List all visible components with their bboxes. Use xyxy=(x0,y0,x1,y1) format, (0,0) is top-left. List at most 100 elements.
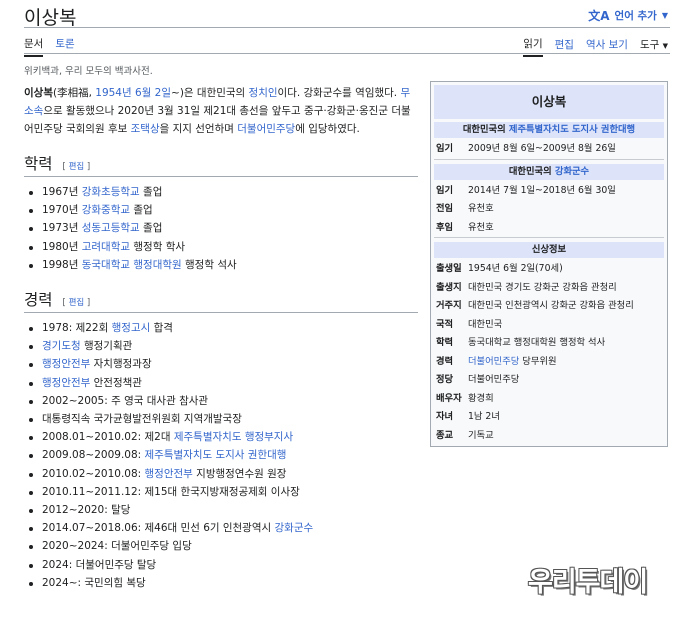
section-title: 경력 xyxy=(24,291,53,310)
list-item-text: 2010.11~2011.12: 제15대 한국지방재정공제회 이사장 xyxy=(42,485,300,498)
infobox-row: 후임 유천호 xyxy=(434,217,664,236)
title-bar: 이상복 文A 언어 추가 ▼ xyxy=(24,0,670,29)
list-item-link[interactable]: 고려대학교 xyxy=(82,241,130,253)
infobox-block-personal: 출생일 1954년 6월 2일(70세) 출생지 대한민국 경기도 강화군 강화읍 관… xyxy=(434,258,664,443)
add-language-button[interactable]: 文A 언어 추가 ▼ xyxy=(588,7,668,24)
list-item-text: 합격 xyxy=(150,322,173,335)
list-item-text: 지방행정연수원 원장 xyxy=(192,467,287,480)
intro-text: ~)은 대한민국의 xyxy=(171,87,249,99)
row-value: 더불어민주당 당무위원 xyxy=(468,355,557,367)
row-value: 대한민국 인천광역시 강화군 강화읍 관청리 xyxy=(468,300,634,312)
row-label: 전임 xyxy=(436,203,454,215)
row-value[interactable]: 동국대학교 행정대학원 행정학 석사 xyxy=(468,334,664,348)
subject-name: 이상복 xyxy=(24,87,53,99)
list-item: 1980년 고려대학교 행정학 학사 xyxy=(24,238,418,256)
list-item-link[interactable]: 동국대학교 행정대학원 xyxy=(82,259,182,271)
section-heading-career: 경력 [ 편집 ] xyxy=(24,288,418,314)
edit-section-link[interactable]: 편집 xyxy=(69,298,85,308)
infobox-row: 전임 유천호 xyxy=(434,198,664,217)
infobox: 이상복 대한민국의 제주특별자치도 도지사 권한대행 임기 2009년 8월 6… xyxy=(430,81,668,447)
infobox-row: 경력 더불어민주당 당무위원 xyxy=(434,351,664,370)
list-item-link[interactable]: 제주특별자치도 행정부지사 xyxy=(174,431,293,443)
infobox-row: 배우자 황경희 xyxy=(434,388,664,407)
list-item-link[interactable]: 제주특별자치도 도지사 권한대행 xyxy=(145,449,287,461)
list-item: 2010.11~2011.12: 제15대 한국지방재정공제회 이사장 xyxy=(24,483,418,501)
section-edit: [ 편집 ] xyxy=(62,298,91,309)
democratic-party-link[interactable]: 더불어민주당 xyxy=(237,123,295,135)
list-item: 2024~: 국민의힘 복당 xyxy=(24,574,418,592)
row-value: 1남 2녀 xyxy=(468,411,500,423)
site-tagline: 위키백과, 우리 모두의 백과사전. xyxy=(24,66,153,77)
list-item-text: 2024~: 국민의힘 복당 xyxy=(42,576,146,589)
row-value[interactable]: 유천호 xyxy=(468,219,664,233)
header-text: 대한민국의 xyxy=(508,165,555,177)
chevron-down-icon: ▼ xyxy=(662,42,668,50)
list-item-text: 행정기획관 xyxy=(80,340,133,353)
edit-section-link[interactable]: 편집 xyxy=(69,162,85,172)
career-list: 1978: 제22회 행정고시 합격 경기도청 행정기획관 행정안전부 자치행정과장… xyxy=(24,319,418,592)
section-title: 학력 xyxy=(24,155,53,173)
page-title: 이상복 xyxy=(24,7,77,29)
list-item-text: 1967년 xyxy=(42,186,82,198)
list-item: 1998년 동국대학교 행정대학원 행정학 석사 xyxy=(24,256,418,274)
list-item-text: 2008.01~2010.02: 제2대 xyxy=(42,431,174,444)
row-value[interactable]: 더불어민주당 xyxy=(468,371,664,385)
list-item-text: 안전정책관 xyxy=(90,376,142,389)
list-item-text: 2002~2005: 주 영국 대사관 참사관 xyxy=(42,394,209,407)
row-value[interactable]: 기독교 xyxy=(468,427,664,441)
infobox-row: 학력 동국대학교 행정대학원 행정학 석사 xyxy=(434,332,664,351)
list-item-text: 졸업 xyxy=(139,186,163,198)
row-value[interactable]: 유천호 xyxy=(468,200,664,214)
intro-text: 에 입당하였다. xyxy=(295,123,360,135)
tools-label: 도구 xyxy=(639,39,660,51)
row-value-link[interactable]: 더불어민주당 xyxy=(468,356,519,367)
row-label: 출생지 xyxy=(436,281,462,293)
intro-text: (李相福, xyxy=(52,87,96,99)
list-item: 2008.01~2010.02: 제2대 제주특별자치도 행정부지사 xyxy=(24,428,418,446)
birth-date-link[interactable]: 1954년 6월 2일 xyxy=(95,87,171,99)
list-item-text: 행정학 학사 xyxy=(130,240,186,253)
list-item-link[interactable]: 경기도청 xyxy=(42,340,81,352)
politician-link[interactable]: 정치인 xyxy=(249,87,278,99)
list-item-link[interactable]: 행정안전부 xyxy=(42,377,90,389)
acting-governor-link[interactable]: 제주특별자치도 도지사 권한대행 xyxy=(509,124,635,135)
list-item-text: 1998년 xyxy=(42,258,82,271)
row-label: 거주지 xyxy=(436,300,462,312)
list-item-link[interactable]: 강화중학교 xyxy=(82,204,130,216)
ganghwa-county-link[interactable]: 강화군수 xyxy=(555,166,589,177)
infobox-divider xyxy=(434,158,664,160)
section-edit: [ 편집 ] xyxy=(62,162,91,172)
list-item-text: 2024: 더불어민주당 탈당 xyxy=(42,558,157,571)
intro-text: 을 지지 선언하며 xyxy=(159,123,238,135)
row-label: 임기 xyxy=(436,184,454,196)
list-item: 2020~2024: 더불어민주당 입당 xyxy=(24,537,418,555)
row-label: 학력 xyxy=(436,337,454,349)
infobox-block-ganghwa: 임기 2014년 7월 1일~2018년 6월 30일 전임 유천호 후임 유천호 xyxy=(434,180,664,236)
list-item-link[interactable]: 강화초등학교 xyxy=(82,186,140,198)
list-item-text: 졸업 xyxy=(130,204,153,217)
list-item-link[interactable]: 행정고시 xyxy=(112,322,151,334)
row-value: 2014년 7월 1일~2018년 6월 30일 xyxy=(468,184,616,196)
cho-taeksang-link[interactable]: 조택상 xyxy=(131,123,160,135)
list-item-link[interactable]: 행정안전부 xyxy=(145,468,193,480)
list-item: 2024: 더불어민주당 탈당 xyxy=(24,556,418,574)
list-item: 1973년 성동고등학교 졸업 xyxy=(24,219,418,237)
list-item-link[interactable]: 강화군수 xyxy=(275,522,314,534)
list-item: 경기도청 행정기획관 xyxy=(24,337,418,355)
list-item: 2012~2020: 탈당 xyxy=(24,501,418,519)
list-item: 2002~2005: 주 영국 대사관 참사관 xyxy=(24,392,418,410)
list-item-text: 2020~2024: 더불어민주당 입당 xyxy=(42,540,192,553)
row-value: 대한민국 경기도 강화군 강화읍 관청리 xyxy=(468,281,617,293)
list-item-link[interactable]: 행정안전부 xyxy=(42,358,90,370)
row-value: 1954년 6월 2일(70세) xyxy=(468,263,563,275)
list-item-text: 2012~2020: 탈당 xyxy=(42,504,131,517)
list-item-link[interactable]: 성동고등학교 xyxy=(82,222,140,234)
row-value: 2009년 8월 6일~2009년 8월 26일 xyxy=(468,143,616,155)
list-item-text: 2009.08~2009.08: xyxy=(42,449,145,462)
infobox-row: 출생일 1954년 6월 2일(70세) xyxy=(434,258,664,277)
list-item-text: 졸업 xyxy=(139,222,163,235)
infobox-row: 자녀 1남 2녀 xyxy=(434,406,664,425)
infobox-section-header: 대한민국의 제주특별자치도 도지사 권한대행 xyxy=(434,122,664,138)
translate-icon: 文A xyxy=(588,9,610,23)
row-label: 배우자 xyxy=(436,392,462,404)
